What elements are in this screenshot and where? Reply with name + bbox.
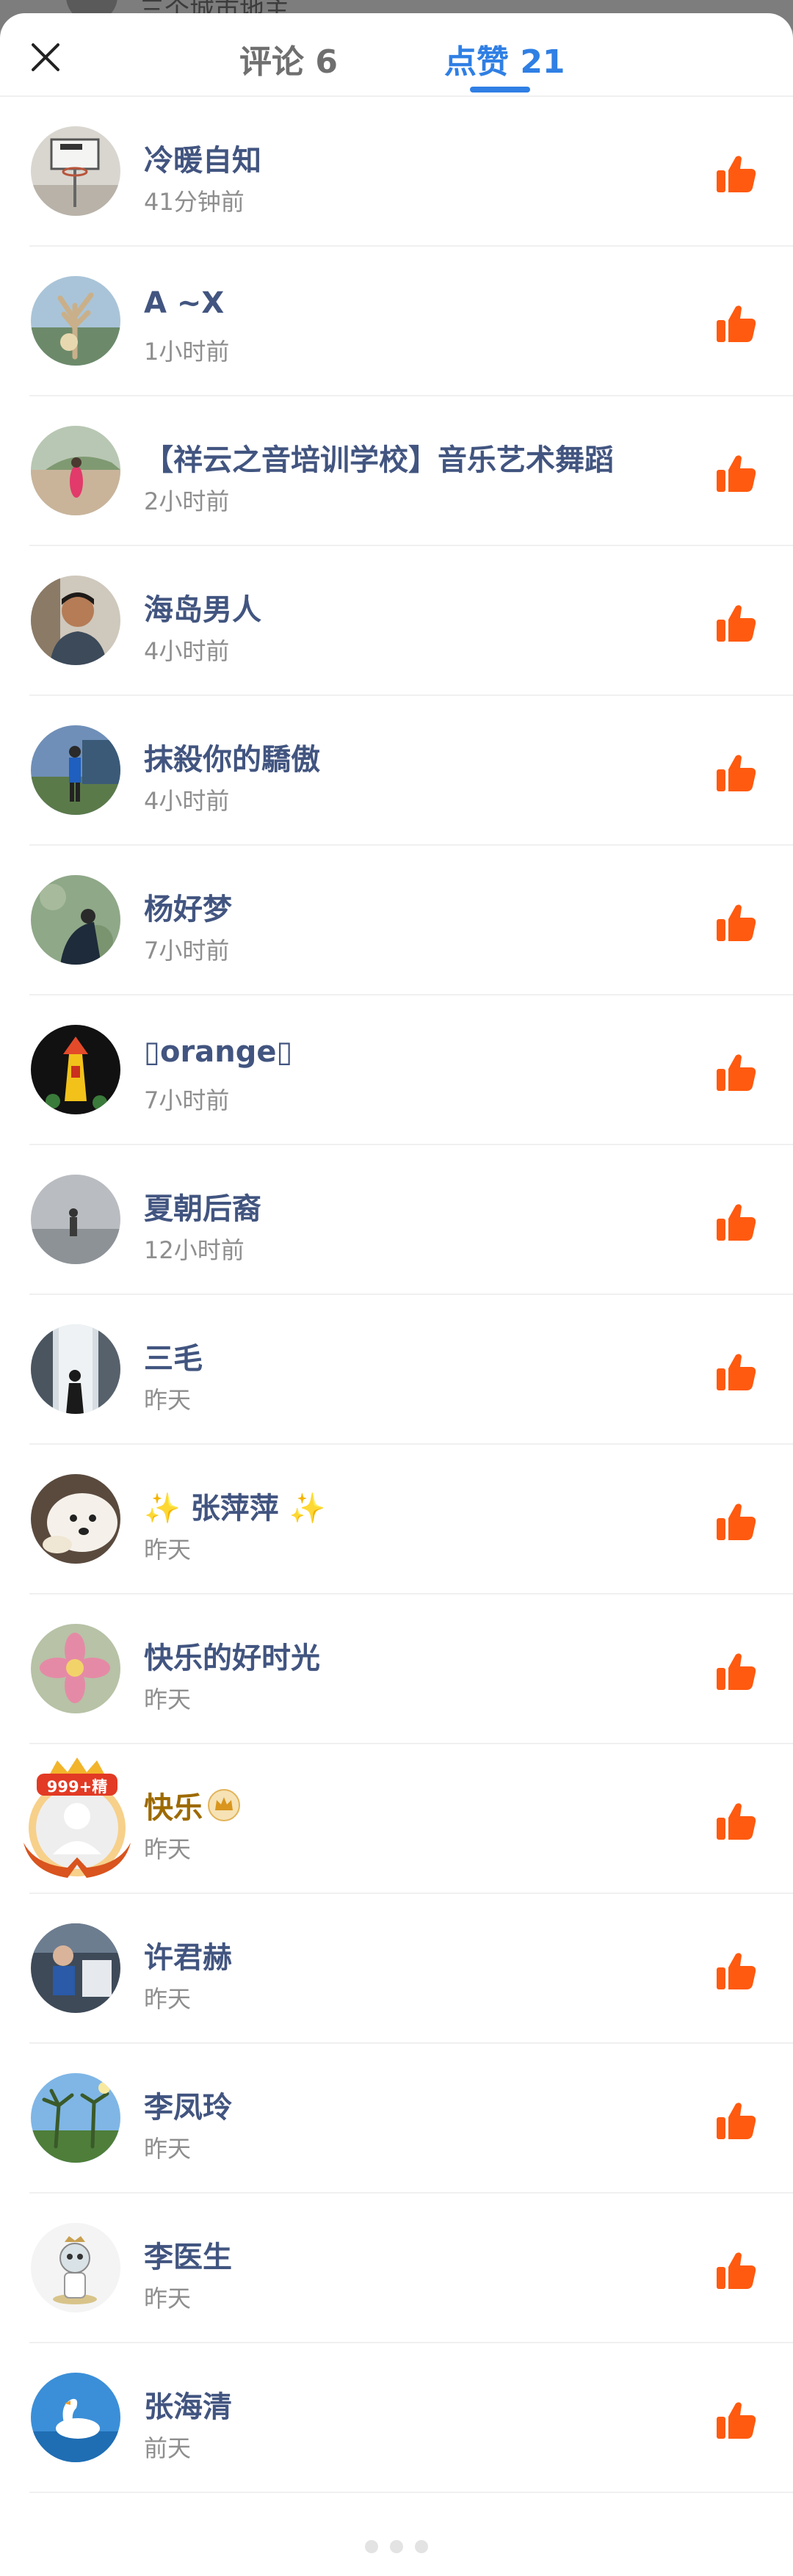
list-item[interactable]: 许君赫 昨天: [0, 1894, 793, 2044]
avatar[interactable]: [31, 126, 120, 216]
user-name[interactable]: 张海清: [144, 2383, 232, 2426]
list-item[interactable]: 三毛 昨天: [0, 1295, 793, 1445]
vip-level-badge: 999+精: [46, 1778, 108, 1796]
avatar[interactable]: [31, 1474, 120, 1564]
close-icon[interactable]: [22, 34, 69, 81]
avatar[interactable]: [31, 725, 120, 815]
user-name-text: 快乐: [144, 1791, 203, 1825]
avatar[interactable]: [31, 2223, 120, 2312]
user-name[interactable]: A ~X: [144, 286, 224, 320]
like-time: 2小时前: [144, 487, 230, 515]
like-time: 1小时前: [144, 338, 230, 366]
like-time: 4小时前: [144, 787, 230, 815]
list-item[interactable]: 【祥云之音培训学校】音乐艺术舞蹈 2小时前: [0, 396, 793, 546]
like-time: 昨天: [144, 1835, 192, 1863]
list-item[interactable]: 夏朝后裔 12小时前: [0, 1145, 793, 1295]
user-name[interactable]: 李医生: [144, 2233, 232, 2276]
avatar[interactable]: [31, 276, 120, 366]
user-name[interactable]: 夏朝后裔: [144, 1185, 261, 1227]
thumbs-up-icon: [715, 2100, 758, 2142]
user-name-text: 张萍萍: [190, 1492, 279, 1525]
avatar[interactable]: [31, 426, 120, 515]
scroll-dot: [365, 2540, 378, 2553]
thumbs-up-icon: [715, 1950, 758, 1992]
tab-comments[interactable]: 评论 6: [239, 35, 338, 82]
list-item[interactable]: 999+精 快乐 昨天: [0, 1744, 793, 1894]
crown-icon: [207, 1788, 241, 1822]
likes-sheet: 评论 6 点赞 21 冷暖自知 41分钟前 A ~X 1小时前 【祥云之音培训学…: [0, 13, 793, 2576]
like-time: 昨天: [144, 1686, 192, 1713]
avatar[interactable]: [31, 1324, 120, 1414]
like-time: 前天: [144, 2434, 192, 2462]
avatar[interactable]: [31, 1624, 120, 1713]
like-time: 4小时前: [144, 637, 230, 665]
user-name[interactable]: 抹殺你的驕傲: [144, 736, 320, 778]
list-item[interactable]: A ~X 1小时前: [0, 247, 793, 396]
sparkle-icon: ✨: [289, 1492, 326, 1525]
thumbs-up-icon: [715, 302, 758, 345]
user-name[interactable]: ▯orange▯: [144, 1035, 292, 1069]
likes-list: 冷暖自知 41分钟前 A ~X 1小时前 【祥云之音培训学校】音乐艺术舞蹈 2小…: [0, 97, 793, 2493]
active-tab-indicator: [470, 87, 530, 92]
sheet-header: 评论 6 点赞 21: [0, 13, 793, 97]
thumbs-up-icon: [715, 1650, 758, 1693]
thumbs-up-icon: [715, 153, 758, 195]
thumbs-up-icon: [715, 452, 758, 495]
list-item[interactable]: 快乐的好时光 昨天: [0, 1594, 793, 1744]
avatar[interactable]: [31, 875, 120, 965]
avatar[interactable]: [31, 2073, 120, 2163]
like-time: 7小时前: [144, 937, 230, 965]
scroll-dot: [390, 2540, 403, 2553]
vip-avatar-frame[interactable]: 999+精: [16, 1755, 138, 1882]
like-time: 41分钟前: [144, 188, 245, 216]
user-name[interactable]: 快乐的好时光: [144, 1634, 320, 1677]
thumbs-up-icon: [715, 2249, 758, 2292]
user-name[interactable]: 冷暖自知: [144, 137, 261, 179]
avatar[interactable]: [31, 1175, 120, 1264]
like-time: 昨天: [144, 1536, 192, 1564]
like-time: 12小时前: [144, 1236, 245, 1264]
avatar[interactable]: [31, 2373, 120, 2462]
scroll-dot: [415, 2540, 428, 2553]
sparkle-icon: ✨: [144, 1492, 181, 1525]
thumbs-up-icon: [715, 1501, 758, 1543]
user-name[interactable]: 【祥云之音培训学校】音乐艺术舞蹈: [144, 436, 614, 479]
thumbs-up-icon: [715, 901, 758, 944]
list-item[interactable]: 李凤玲 昨天: [0, 2044, 793, 2194]
scroll-indicator: [0, 2540, 793, 2556]
avatar[interactable]: [31, 1923, 120, 2013]
list-item[interactable]: 李医生 昨天: [0, 2194, 793, 2343]
like-time: 7小时前: [144, 1086, 230, 1114]
list-item[interactable]: ✨ 张萍萍 ✨ 昨天: [0, 1445, 793, 1594]
user-name[interactable]: 海岛男人: [144, 586, 261, 628]
user-name[interactable]: 快乐: [144, 1784, 241, 1826]
user-name[interactable]: 三毛: [144, 1335, 203, 1377]
avatar[interactable]: [31, 1025, 120, 1114]
tab-likes[interactable]: 点赞 21: [444, 35, 565, 82]
user-name[interactable]: ✨ 张萍萍 ✨: [144, 1484, 326, 1527]
list-item[interactable]: 海岛男人 4小时前: [0, 546, 793, 696]
like-time: 昨天: [144, 1985, 192, 2013]
avatar[interactable]: [31, 576, 120, 665]
list-item[interactable]: ▯orange▯ 7小时前: [0, 995, 793, 1145]
thumbs-up-icon: [715, 2399, 758, 2442]
thumbs-up-icon: [715, 1201, 758, 1244]
user-name[interactable]: 许君赫: [144, 1934, 232, 1976]
thumbs-up-icon: [715, 1800, 758, 1843]
like-time: 昨天: [144, 2285, 192, 2312]
thumbs-up-icon: [715, 1051, 758, 1094]
list-item[interactable]: 杨好梦 7小时前: [0, 846, 793, 995]
thumbs-up-icon: [715, 602, 758, 645]
list-item[interactable]: 张海清 前天: [0, 2343, 793, 2493]
user-name[interactable]: 李凤玲: [144, 2083, 232, 2126]
list-item[interactable]: 抹殺你的驕傲 4小时前: [0, 696, 793, 846]
list-item[interactable]: 冷暖自知 41分钟前: [0, 97, 793, 247]
thumbs-up-icon: [715, 1351, 758, 1393]
user-name[interactable]: 杨好梦: [144, 885, 232, 928]
thumbs-up-icon: [715, 752, 758, 794]
like-time: 昨天: [144, 2135, 192, 2163]
like-time: 昨天: [144, 1386, 192, 1414]
